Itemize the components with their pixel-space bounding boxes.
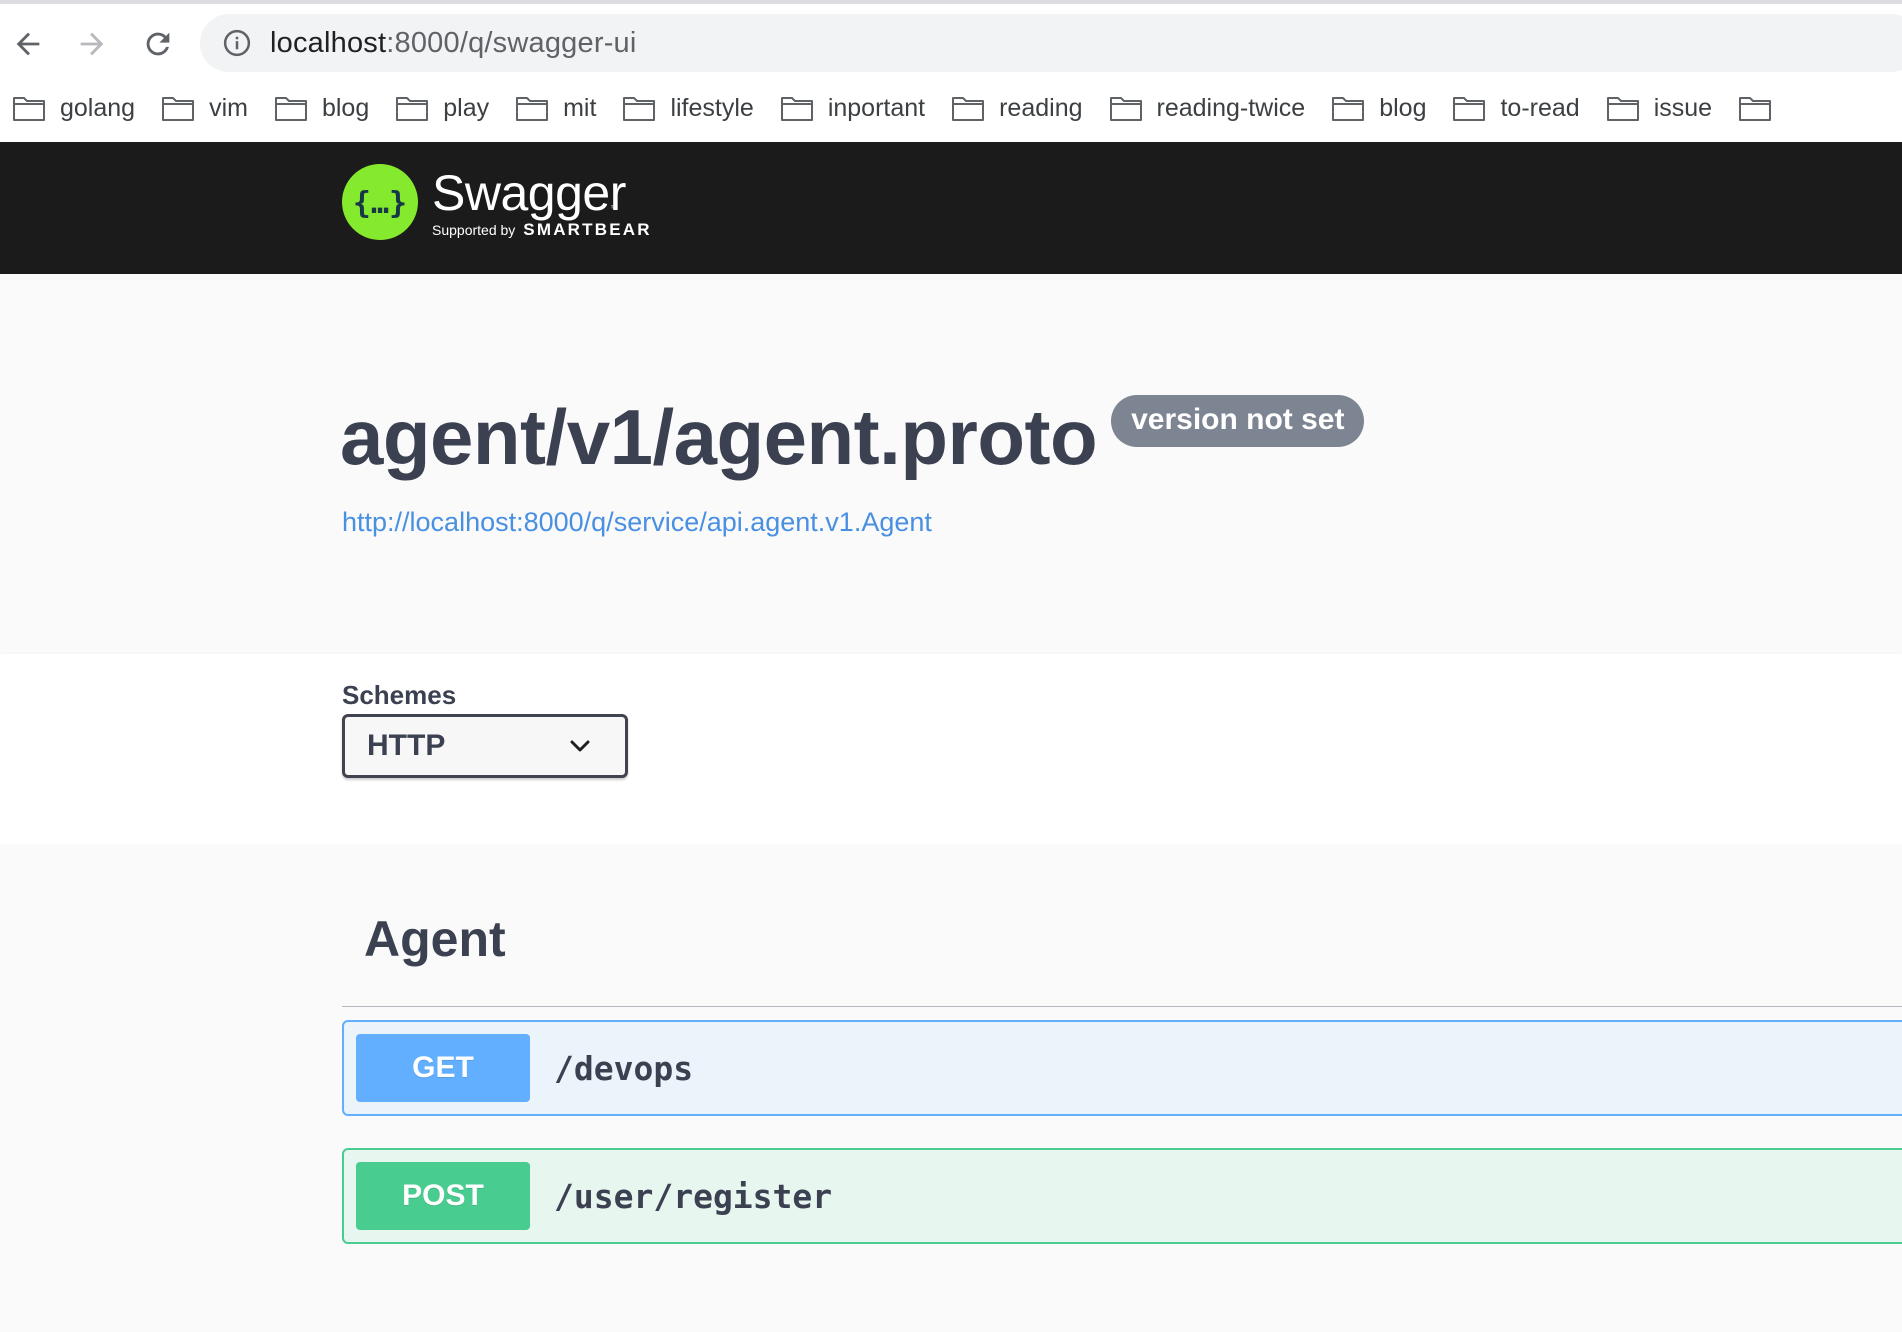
forward-button[interactable] xyxy=(70,22,114,66)
bookmark-label: reading xyxy=(999,93,1083,122)
bookmark-folder[interactable] xyxy=(1726,84,1800,132)
bookmark-folder[interactable]: reading xyxy=(939,84,1096,132)
folder-icon xyxy=(1332,97,1365,121)
api-info: agent/v1/agent.proto version not set htt… xyxy=(0,274,1902,654)
bookmark-label: blog xyxy=(1379,93,1427,122)
bookmark-folder[interactable]: blog xyxy=(1319,84,1440,132)
bookmark-label: vim xyxy=(209,93,248,122)
schemes-container: Schemes HTTP xyxy=(0,654,1902,844)
svg-text:{…}: {…} xyxy=(353,186,407,221)
bookmarks-bar: golang vim blog play mit lifestyle inportant re… xyxy=(0,84,1902,132)
folder-icon xyxy=(162,97,195,121)
swagger-logo-icon: {…} xyxy=(342,164,418,240)
url-path: :8000/q/swagger-ui xyxy=(386,26,637,59)
bookmark-label: issue xyxy=(1653,93,1713,122)
bookmark-folder[interactable]: play xyxy=(383,84,503,132)
logo-wordmark: Swagger ™ Supported by SMARTBEAR xyxy=(432,164,652,240)
folder-icon xyxy=(13,97,45,121)
arrow-left-icon xyxy=(16,32,40,56)
address-bar[interactable]: localhost:8000/q/swagger-ui xyxy=(200,14,1902,72)
operation-path: /devops xyxy=(554,1048,694,1088)
bookmark-label: lifestyle xyxy=(670,93,754,122)
bookmark-label: blog xyxy=(321,93,370,122)
bookmark-folder[interactable]: mit xyxy=(503,84,610,132)
logo-subtitle: Supported by SMARTBEAR xyxy=(432,220,652,240)
info-icon[interactable] xyxy=(222,28,252,58)
bookmark-label: mit xyxy=(563,93,597,122)
url-text: localhost:8000/q/swagger-ui xyxy=(270,27,637,60)
bookmark-label: reading-twice xyxy=(1156,93,1306,122)
bookmark-folder[interactable]: vim xyxy=(149,84,262,132)
reload-icon xyxy=(146,32,170,56)
logo-trademark: ™ xyxy=(610,204,618,213)
reload-button[interactable] xyxy=(136,22,180,66)
tag-divider xyxy=(342,1006,1902,1007)
folder-icon xyxy=(623,97,656,121)
schemes-select[interactable]: HTTP xyxy=(342,714,628,778)
api-title-row: agent/v1/agent.proto version not set xyxy=(340,389,1365,485)
operation-path: /user/register xyxy=(554,1176,833,1216)
folder-icon xyxy=(952,97,985,121)
smartbear-label: SMARTBEAR xyxy=(523,220,652,239)
method-badge-get: GET xyxy=(356,1034,530,1102)
operations-section: Agent GET /devops POST /user/register xyxy=(0,844,1902,1332)
folder-icon xyxy=(780,97,813,121)
bookmark-label: inportant xyxy=(827,93,926,122)
back-button[interactable] xyxy=(6,22,50,66)
bookmark-label: play xyxy=(443,93,490,122)
supported-by-label: Supported by xyxy=(432,222,516,238)
browser-chrome: localhost:8000/q/swagger-ui golang vim blo… xyxy=(0,0,1902,146)
bookmark-label: to-read xyxy=(1500,93,1580,122)
opblock-post-user-register[interactable]: POST /user/register xyxy=(342,1148,1902,1244)
swagger-logo[interactable]: {…} Swagger ™ Supported by SMARTBEAR xyxy=(342,164,652,244)
schemes-label: Schemes xyxy=(342,680,457,710)
api-url-link[interactable]: http://localhost:8000/q/service/api.agen… xyxy=(342,507,932,538)
folder-icon xyxy=(1739,97,1772,121)
opblock-get-devops[interactable]: GET /devops xyxy=(342,1020,1902,1116)
folder-icon xyxy=(1109,97,1142,121)
folder-icon xyxy=(274,97,307,121)
folder-icon xyxy=(1453,97,1486,121)
method-badge-post: POST xyxy=(356,1162,530,1230)
bookmark-folder[interactable]: lifestyle xyxy=(610,84,767,132)
swagger-topbar: {…} Swagger ™ Supported by SMARTBEAR xyxy=(0,142,1902,274)
bookmark-folder[interactable]: to-read xyxy=(1440,84,1593,132)
bookmark-folder[interactable]: inportant xyxy=(768,84,939,132)
bookmark-folder[interactable]: reading-twice xyxy=(1097,84,1320,132)
folder-icon xyxy=(516,97,549,121)
schemes-selected-value: HTTP xyxy=(367,729,446,762)
tag-title[interactable]: Agent xyxy=(364,910,506,968)
version-badge: version not set xyxy=(1111,395,1365,447)
api-title: agent/v1/agent.proto xyxy=(340,393,1098,481)
bookmark-label: golang xyxy=(60,93,136,122)
bookmark-folder[interactable]: blog xyxy=(262,84,383,132)
url-host: localhost xyxy=(270,26,387,59)
logo-title: Swagger xyxy=(432,165,626,221)
bookmark-folder[interactable]: issue xyxy=(1594,84,1726,132)
chevron-down-icon xyxy=(570,740,590,752)
folder-icon xyxy=(1606,97,1639,121)
bookmark-folder[interactable]: golang xyxy=(0,84,149,132)
folder-icon xyxy=(396,97,429,121)
arrow-right-icon xyxy=(80,32,104,56)
